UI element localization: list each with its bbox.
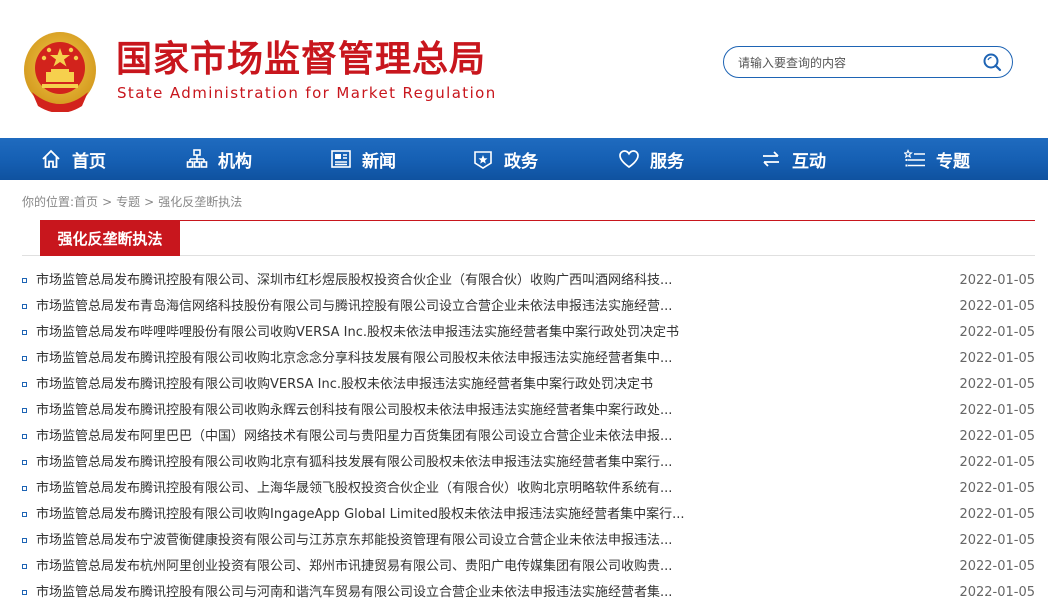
article-date: 2022-01-05 xyxy=(959,299,1035,314)
list-item[interactable]: 市场监管总局发布腾讯控股有限公司、上海华晟领飞股权投资合伙企业（有限合伙）收购北… xyxy=(22,476,1035,502)
bullet-icon xyxy=(22,304,27,309)
nav-label: 专题 xyxy=(936,151,970,172)
article-title-link[interactable]: 市场监管总局发布阿里巴巴（中国）网络技术有限公司与贵阳星力百货集团有限公司设立合… xyxy=(36,424,736,450)
list-item[interactable]: 市场监管总局发布哔哩哔哩股份有限公司收购VERSA Inc.股权未依法申报违法实… xyxy=(22,320,1035,346)
article-title-link[interactable]: 市场监管总局发布腾讯控股有限公司收购北京有狐科技发展有限公司股权未依法申报违法实… xyxy=(36,450,736,476)
gov-icon xyxy=(474,151,492,169)
breadcrumb-link-home[interactable]: 首页 xyxy=(74,195,98,209)
nav-label: 新闻 xyxy=(362,151,396,172)
bullet-icon xyxy=(22,278,27,283)
bullet-icon xyxy=(22,486,27,491)
breadcrumb-current[interactable]: 强化反垄断执法 xyxy=(158,195,242,209)
nav-org[interactable]: 机构 xyxy=(186,138,252,180)
article-date: 2022-01-05 xyxy=(959,273,1035,288)
article-date: 2022-01-05 xyxy=(959,507,1035,522)
home-icon xyxy=(42,149,60,168)
exchange-icon xyxy=(763,151,779,167)
nav-label: 互动 xyxy=(792,151,826,172)
list-item[interactable]: 市场监管总局发布青岛海信网络科技股份有限公司与腾讯控股有限公司设立合营企业未依法… xyxy=(22,294,1035,320)
bullet-icon xyxy=(22,590,27,595)
article-title-link[interactable]: 市场监管总局发布青岛海信网络科技股份有限公司与腾讯控股有限公司设立合营企业未依法… xyxy=(36,294,736,320)
list-item[interactable]: 市场监管总局发布腾讯控股有限公司收购永辉云创科技有限公司股权未依法申报违法实施经… xyxy=(22,398,1035,424)
heart-icon xyxy=(619,150,639,169)
bullet-icon xyxy=(22,538,27,543)
nav-interact[interactable]: 互动 xyxy=(760,138,826,180)
article-title-link[interactable]: 市场监管总局发布腾讯控股有限公司、深圳市红杉煜辰股权投资合伙企业（有限合伙）收购… xyxy=(36,268,736,294)
article-date: 2022-01-05 xyxy=(959,455,1035,470)
bullet-icon xyxy=(22,512,27,517)
search-input[interactable] xyxy=(736,53,980,73)
site-title-cn: 国家市场监督管理总局 xyxy=(116,39,487,80)
nav-service[interactable]: 服务 xyxy=(618,138,684,180)
article-date: 2022-01-05 xyxy=(959,559,1035,574)
news-icon xyxy=(331,150,351,168)
list-item[interactable]: 市场监管总局发布腾讯控股有限公司收购北京有狐科技发展有限公司股权未依法申报违法实… xyxy=(22,450,1035,476)
bullet-icon xyxy=(22,382,27,387)
nav-label: 政务 xyxy=(504,151,538,172)
nav-topics[interactable]: 专题 xyxy=(904,138,970,180)
list-item[interactable]: 市场监管总局发布腾讯控股有限公司与河南和谐汽车贸易有限公司设立合营企业未依法申报… xyxy=(22,580,1035,606)
site-header: 国家市场监督管理总局 State Administration for Mark… xyxy=(0,0,1048,138)
breadcrumb-prefix: 你的位置: xyxy=(22,195,75,209)
nav-label: 首页 xyxy=(72,151,106,172)
site-title-en: State Administration for Market Regulati… xyxy=(117,84,497,102)
search-box xyxy=(723,46,1013,78)
nav-gov[interactable]: 政务 xyxy=(472,138,538,180)
article-date: 2022-01-05 xyxy=(959,325,1035,340)
search-icon[interactable] xyxy=(982,52,1002,72)
article-date: 2022-01-05 xyxy=(959,403,1035,418)
list-icon xyxy=(904,149,925,167)
national-emblem-icon xyxy=(24,32,96,112)
article-title-link[interactable]: 市场监管总局发布腾讯控股有限公司收购VERSA Inc.股权未依法申报违法实施经… xyxy=(36,372,736,398)
article-title-link[interactable]: 市场监管总局发布宁波菅衡健康投资有限公司与江苏京东邦能投资管理有限公司设立合营企… xyxy=(36,528,736,554)
list-item[interactable]: 市场监管总局发布阿里巴巴（中国）网络技术有限公司与贵阳星力百货集团有限公司设立合… xyxy=(22,424,1035,450)
article-date: 2022-01-05 xyxy=(959,533,1035,548)
section-title: 强化反垄断执法 xyxy=(40,220,180,256)
nav-news[interactable]: 新闻 xyxy=(330,138,396,180)
breadcrumb-link-topics[interactable]: 专题 xyxy=(116,195,140,209)
main-nav: 首页 机构 新闻 政务 服务 互动 专题 xyxy=(0,138,1048,180)
article-date: 2022-01-05 xyxy=(959,429,1035,444)
section-header: 强化反垄断执法 xyxy=(22,220,1035,256)
article-date: 2022-01-05 xyxy=(959,585,1035,600)
bullet-icon xyxy=(22,434,27,439)
list-item[interactable]: 市场监管总局发布腾讯控股有限公司收购IngageApp Global Limit… xyxy=(22,502,1035,528)
bullet-icon xyxy=(22,330,27,335)
nav-label: 机构 xyxy=(218,151,252,172)
nav-home[interactable]: 首页 xyxy=(40,138,106,180)
list-item[interactable]: 市场监管总局发布腾讯控股有限公司收购北京念念分享科技发展有限公司股权未依法申报违… xyxy=(22,346,1035,372)
list-item[interactable]: 市场监管总局发布杭州阿里创业投资有限公司、郑州市讯捷贸易有限公司、贵阳广电传媒集… xyxy=(22,554,1035,580)
org-icon xyxy=(186,149,208,168)
article-title-link[interactable]: 市场监管总局发布哔哩哔哩股份有限公司收购VERSA Inc.股权未依法申报违法实… xyxy=(36,320,736,346)
bullet-icon xyxy=(22,356,27,361)
article-date: 2022-01-05 xyxy=(959,351,1035,366)
nav-label: 服务 xyxy=(650,151,684,172)
article-date: 2022-01-05 xyxy=(959,481,1035,496)
section-divider xyxy=(180,220,1035,256)
list-item[interactable]: 市场监管总局发布腾讯控股有限公司收购VERSA Inc.股权未依法申报违法实施经… xyxy=(22,372,1035,398)
article-date: 2022-01-05 xyxy=(959,377,1035,392)
article-title-link[interactable]: 市场监管总局发布腾讯控股有限公司收购北京念念分享科技发展有限公司股权未依法申报违… xyxy=(36,346,736,372)
article-title-link[interactable]: 市场监管总局发布腾讯控股有限公司收购永辉云创科技有限公司股权未依法申报违法实施经… xyxy=(36,398,736,424)
list-item[interactable]: 市场监管总局发布宁波菅衡健康投资有限公司与江苏京东邦能投资管理有限公司设立合营企… xyxy=(22,528,1035,554)
article-title-link[interactable]: 市场监管总局发布腾讯控股有限公司收购IngageApp Global Limit… xyxy=(36,502,736,528)
bullet-icon xyxy=(22,564,27,569)
article-title-link[interactable]: 市场监管总局发布腾讯控股有限公司、上海华晟领飞股权投资合伙企业（有限合伙）收购北… xyxy=(36,476,736,502)
article-title-link[interactable]: 市场监管总局发布腾讯控股有限公司与河南和谐汽车贸易有限公司设立合营企业未依法申报… xyxy=(36,580,736,606)
article-title-link[interactable]: 市场监管总局发布杭州阿里创业投资有限公司、郑州市讯捷贸易有限公司、贵阳广电传媒集… xyxy=(36,554,736,580)
breadcrumb: 你的位置:首页 > 专题 > 强化反垄断执法 xyxy=(22,195,243,209)
list-item[interactable]: 市场监管总局发布腾讯控股有限公司、深圳市红杉煜辰股权投资合伙企业（有限合伙）收购… xyxy=(22,268,1035,294)
bullet-icon xyxy=(22,460,27,465)
bullet-icon xyxy=(22,408,27,413)
article-list: 市场监管总局发布腾讯控股有限公司、深圳市红杉煜辰股权投资合伙企业（有限合伙）收购… xyxy=(22,268,1035,606)
